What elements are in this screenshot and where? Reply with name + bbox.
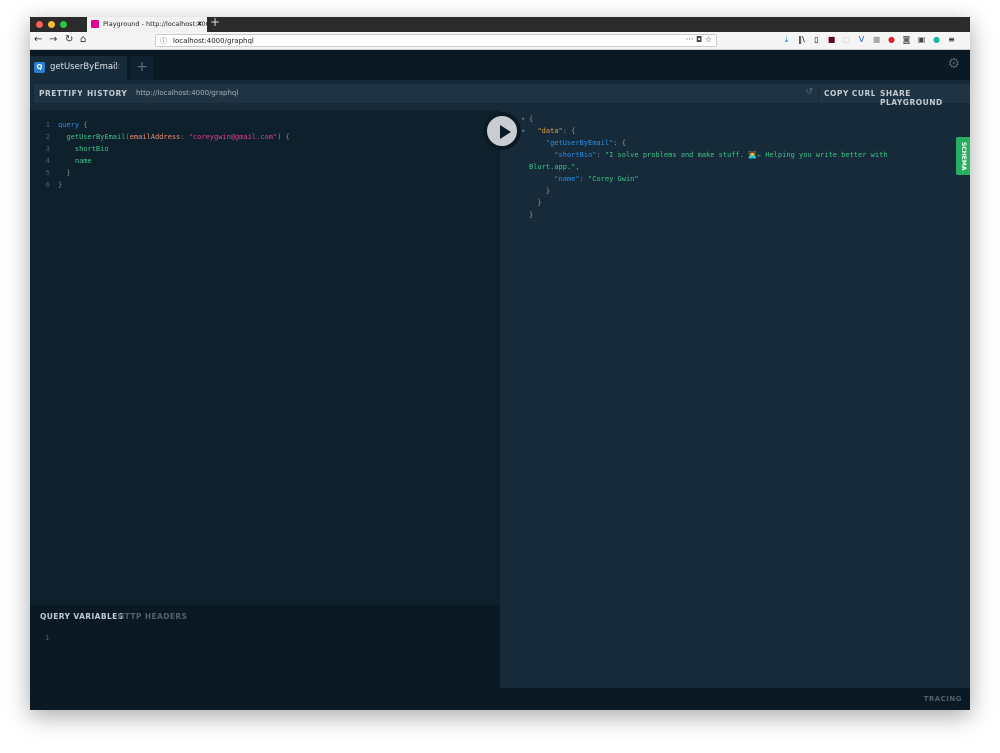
line-number: 1 xyxy=(45,121,50,129)
tab-query-variables[interactable]: QUERY VARIABLES xyxy=(40,612,124,621)
url-text: localhost:4000/graphql xyxy=(173,37,254,45)
json-key: "getUserByEmail" xyxy=(545,139,614,147)
code-line: 5 } xyxy=(30,169,500,181)
query-badge-icon: Q xyxy=(34,62,45,73)
share-playground-button[interactable]: SHARE PLAYGROUND xyxy=(875,84,970,107)
extension-icon[interactable]: ● xyxy=(932,35,941,45)
gear-icon[interactable]: ⚙ xyxy=(947,56,960,72)
back-icon[interactable]: ← xyxy=(34,34,42,45)
home-icon[interactable]: ⌂ xyxy=(80,34,86,45)
page-actions-icon[interactable]: ··· ◘ ☆ xyxy=(686,35,712,44)
tab-getuserbyemail[interactable]: Q getUserByEmail × xyxy=(30,56,127,80)
sidebar-icon[interactable]: ▯ xyxy=(812,35,821,45)
result-panel: ▾{ ▾ "data": { "getUserByEmail": { "shor… xyxy=(500,110,970,688)
code-line: 2 getUserByEmail(emailAddress: "coreygwi… xyxy=(30,133,500,145)
menu-icon[interactable]: ≡ xyxy=(947,35,956,45)
line-number: 1 xyxy=(45,634,50,642)
result-line: "shortBio": "I solve problems and make s… xyxy=(554,151,888,159)
new-tab-button[interactable]: + xyxy=(210,17,220,29)
minimize-window-button[interactable] xyxy=(48,21,55,28)
argument-value: "coreygwin@gmail.com" xyxy=(188,133,278,141)
code-line: 6} xyxy=(30,181,500,193)
result-line: "getUserByEmail": { xyxy=(545,139,626,147)
tab-label: getUserByEmail xyxy=(50,62,118,72)
result-line: "name": "Corey Gwin" xyxy=(554,175,639,183)
json-value: "I solve problems and make stuff. 👨‍💻☕ H… xyxy=(604,151,888,159)
variables-panel: QUERY VARIABLES HTTP HEADERS 1 xyxy=(30,605,500,688)
result-line: ▾{ xyxy=(521,115,534,123)
line-number: 6 xyxy=(45,181,50,189)
query-editor[interactable]: 1 query { 2 getUserByEmail(emailAddress: … xyxy=(30,110,500,605)
result-line: Blurt.app.", xyxy=(500,163,970,175)
field-name: getUserByEmail xyxy=(66,133,126,141)
extension-icon[interactable]: ▣ xyxy=(917,35,926,45)
result-line: } xyxy=(529,211,534,219)
shield-icon[interactable]: ◙ xyxy=(902,35,911,45)
keyword: query xyxy=(58,121,80,129)
extension-icon[interactable]: ● xyxy=(887,35,896,45)
json-key: "data" xyxy=(537,127,563,135)
json-key: "shortBio" xyxy=(554,151,597,159)
reload-schema-icon[interactable]: ↺ xyxy=(805,87,813,97)
close-window-button[interactable] xyxy=(36,21,43,28)
title-bar: Playground - http://localhost:4000/graph… xyxy=(30,17,970,32)
playground-toolbar: PRETTIFY HISTORY http://localhost:4000/g… xyxy=(30,80,970,110)
json-key: "name" xyxy=(554,175,580,183)
nav-bar: ← → ↻ ⌂ ⓘ localhost:4000/graphql ··· ◘ ☆… xyxy=(30,32,970,50)
line-number: 2 xyxy=(45,133,50,141)
tab-http-headers[interactable]: HTTP HEADERS xyxy=(118,612,187,621)
extension-icon[interactable]: ■ xyxy=(827,35,836,45)
endpoint-input[interactable]: http://localhost:4000/graphql ↺ xyxy=(128,84,818,103)
browser-window: Playground - http://localhost:4000/graph… xyxy=(30,17,970,710)
history-button[interactable]: HISTORY xyxy=(82,84,133,103)
browser-tab-title: Playground - http://localhost:4000/graph… xyxy=(103,20,207,28)
execute-query-button[interactable] xyxy=(484,113,520,149)
browser-tab[interactable]: Playground - http://localhost:4000/graph… xyxy=(87,17,207,32)
info-icon[interactable]: ⓘ xyxy=(160,36,167,46)
playground-tab-bar: Q getUserByEmail × + ⚙ xyxy=(30,50,970,80)
vue-icon[interactable]: V xyxy=(857,35,866,45)
maximize-window-button[interactable] xyxy=(60,21,67,28)
result-line: } xyxy=(529,199,542,207)
line-number: 5 xyxy=(45,169,50,177)
add-tab-button[interactable]: + xyxy=(131,56,153,80)
result-line: ▾ "data": { xyxy=(521,127,576,135)
schema-button[interactable]: SCHEMA xyxy=(956,137,970,175)
toolbar-icons: ⤓ ‖\ ▯ ■ □ V ■ ● ◙ ▣ ● ≡ xyxy=(782,35,956,45)
library-icon[interactable]: ‖\ xyxy=(797,35,806,45)
code-line: 4 name xyxy=(30,157,500,169)
address-bar[interactable]: ⓘ localhost:4000/graphql ··· ◘ ☆ xyxy=(155,34,717,47)
footer-bar: TRACING xyxy=(30,688,970,710)
extension-icon[interactable]: □ xyxy=(842,35,851,45)
field-name: shortBio xyxy=(74,145,109,153)
field-name: name xyxy=(74,157,92,165)
result-line: } xyxy=(529,187,551,195)
download-icon[interactable]: ⤓ xyxy=(782,35,791,45)
graphql-favicon-icon xyxy=(91,20,99,28)
copy-curl-button[interactable]: COPY CURL xyxy=(819,84,882,103)
code-line: 3 shortBio xyxy=(30,145,500,157)
tracing-button[interactable]: TRACING xyxy=(924,695,962,703)
close-tab-icon[interactable]: × xyxy=(196,19,203,28)
json-value: "Corey Gwin" xyxy=(588,175,639,183)
endpoint-url: http://localhost:4000/graphql xyxy=(136,89,239,97)
close-tab-icon[interactable]: × xyxy=(113,62,121,72)
reload-icon[interactable]: ↻ xyxy=(65,34,73,45)
forward-icon[interactable]: → xyxy=(49,34,57,45)
extension-icon[interactable]: ■ xyxy=(872,35,881,45)
line-number: 4 xyxy=(45,157,50,165)
argument-name: emailAddress xyxy=(129,133,181,141)
json-value: Blurt.app.", xyxy=(529,163,580,171)
line-number: 3 xyxy=(45,145,50,153)
prettify-button[interactable]: PRETTIFY xyxy=(34,84,89,103)
code-line: 1 query { xyxy=(30,121,500,133)
